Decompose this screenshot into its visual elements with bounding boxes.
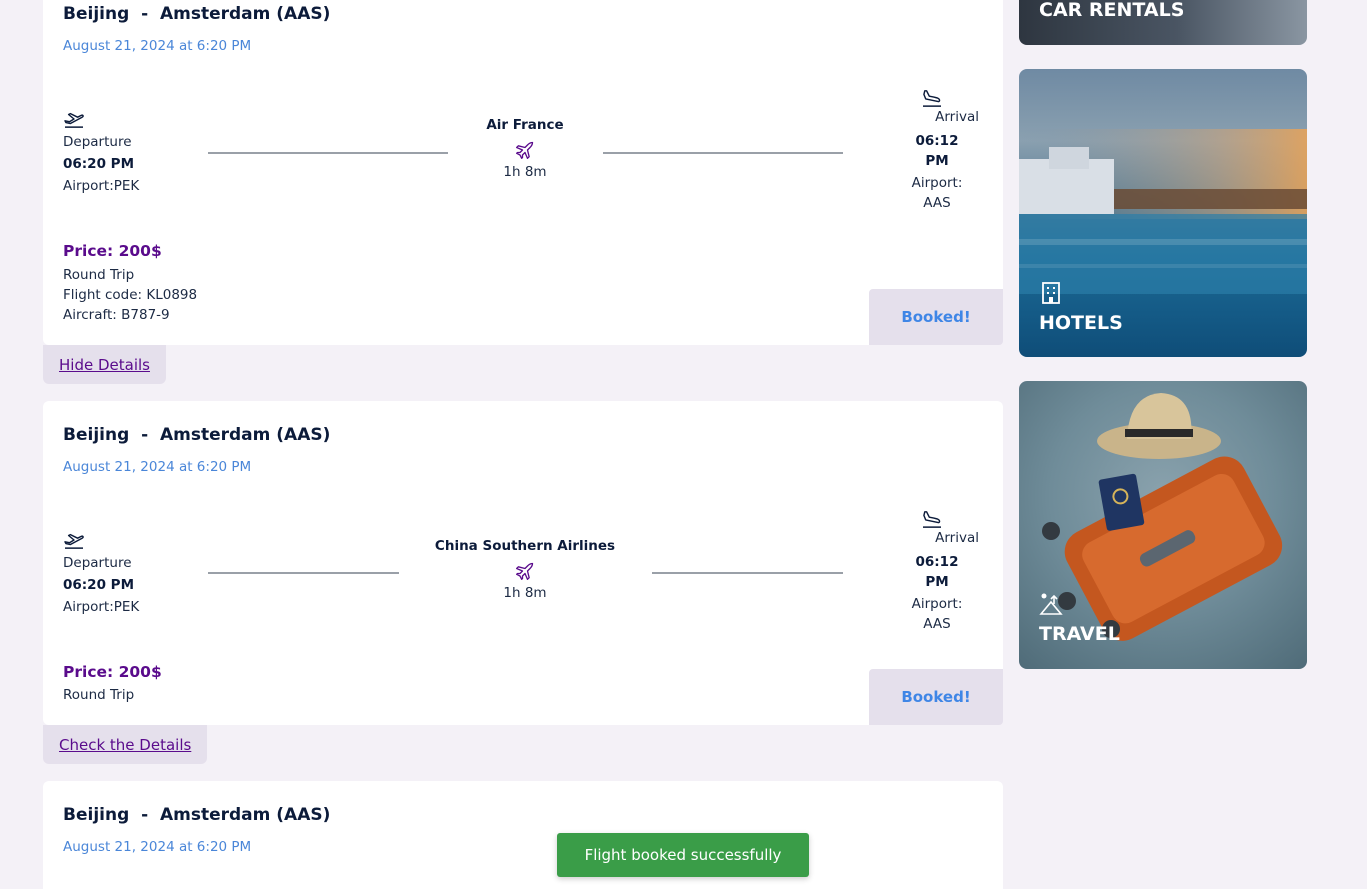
flight-code: Flight code: KL0898	[63, 287, 198, 303]
success-toast: Flight booked successfully	[557, 833, 809, 877]
departure-airport: Airport:PEK	[63, 178, 140, 194]
arrival-airport-code: AAS	[923, 616, 951, 632]
car-rentals-label: CAR RENTALS	[1039, 0, 1185, 21]
flight-duration: 1h 8m	[503, 585, 547, 601]
check-details-button[interactable]: Check the Details	[43, 725, 208, 764]
flight-price: Price: 200$	[63, 242, 162, 260]
hotels-tile[interactable]: HOTELS	[1019, 69, 1307, 357]
plane-landing-icon	[923, 90, 941, 107]
departure-airport: Airport:PEK	[63, 599, 140, 615]
flight-duration: 1h 8m	[503, 164, 547, 180]
airline-name: Air France	[486, 117, 564, 133]
flight-route: Beijing - Amsterdam (AAS)	[63, 4, 331, 24]
arrival-airport-label: Airport:	[911, 175, 963, 191]
plane-icon	[516, 562, 534, 580]
plane-takeoff-icon	[64, 533, 84, 549]
flight-card: Beijing - Amsterdam (AAS) August 21, 202…	[43, 401, 1003, 725]
flight-date: August 21, 2024 at 6:20 PM	[63, 38, 252, 54]
departure-block: Departure 06:20 PM Airport:PEK	[63, 531, 203, 617]
beach-icon	[1039, 593, 1063, 615]
booked-button[interactable]: Booked!	[869, 669, 1003, 725]
trip-type: Round Trip	[63, 687, 135, 703]
arrival-time-ampm: PM	[925, 574, 949, 590]
route-line-right	[603, 152, 843, 154]
aircraft: Aircraft: B787-9	[63, 307, 170, 323]
plane-icon	[516, 141, 534, 159]
departure-label: Departure	[63, 134, 132, 150]
hotels-label: HOTELS	[1039, 312, 1123, 334]
flight-price: Price: 200$	[63, 663, 162, 681]
flight-card: Beijing - Amsterdam (AAS) August 21, 202…	[43, 0, 1003, 345]
airline-block: Air France 1h 8m	[475, 114, 575, 180]
flight-extra-info: Round Trip Flight code: KL0898 Aircraft:…	[63, 265, 197, 325]
flight-route: Beijing - Amsterdam (AAS)	[63, 425, 331, 445]
arrival-block: Arrival 06:12 PM Airport: AAS	[901, 510, 979, 634]
booked-button[interactable]: Booked!	[869, 289, 1003, 345]
flight-date: August 21, 2024 at 6:20 PM	[63, 459, 252, 475]
arrival-airport-label: Airport:	[911, 596, 963, 612]
plane-landing-icon	[923, 511, 941, 528]
plane-takeoff-icon	[64, 112, 84, 128]
airline-block: China Southern Airlines 1h 8m	[425, 535, 625, 601]
airline-name: China Southern Airlines	[434, 538, 616, 554]
trip-type: Round Trip	[63, 267, 135, 283]
flight-date: August 21, 2024 at 6:20 PM	[63, 839, 252, 855]
departure-time: 06:20 PM	[63, 577, 135, 593]
car-rentals-tile[interactable]: CAR RENTALS	[1019, 0, 1307, 45]
route-line-left	[208, 152, 448, 154]
travel-label: TRAVEL	[1039, 623, 1120, 645]
arrival-time-ampm: PM	[925, 153, 949, 169]
route-line-right	[652, 572, 843, 574]
departure-block: Departure 06:20 PM Airport:PEK	[63, 110, 203, 196]
arrival-label: Arrival	[935, 109, 979, 125]
travel-tile[interactable]: TRAVEL	[1019, 381, 1307, 669]
arrival-block: Arrival 06:12 PM Airport: AAS	[901, 89, 979, 213]
arrival-airport-code: AAS	[923, 195, 951, 211]
arrival-label: Arrival	[935, 530, 979, 546]
departure-label: Departure	[63, 555, 132, 571]
route-line-left	[208, 572, 399, 574]
departure-time: 06:20 PM	[63, 156, 135, 172]
hide-details-button[interactable]: Hide Details	[43, 345, 166, 384]
flight-extra-info: Round Trip	[63, 685, 134, 705]
building-icon	[1042, 282, 1060, 304]
flight-route: Beijing - Amsterdam (AAS)	[63, 805, 331, 825]
flight-card: Beijing - Amsterdam (AAS) August 21, 202…	[43, 781, 1003, 889]
